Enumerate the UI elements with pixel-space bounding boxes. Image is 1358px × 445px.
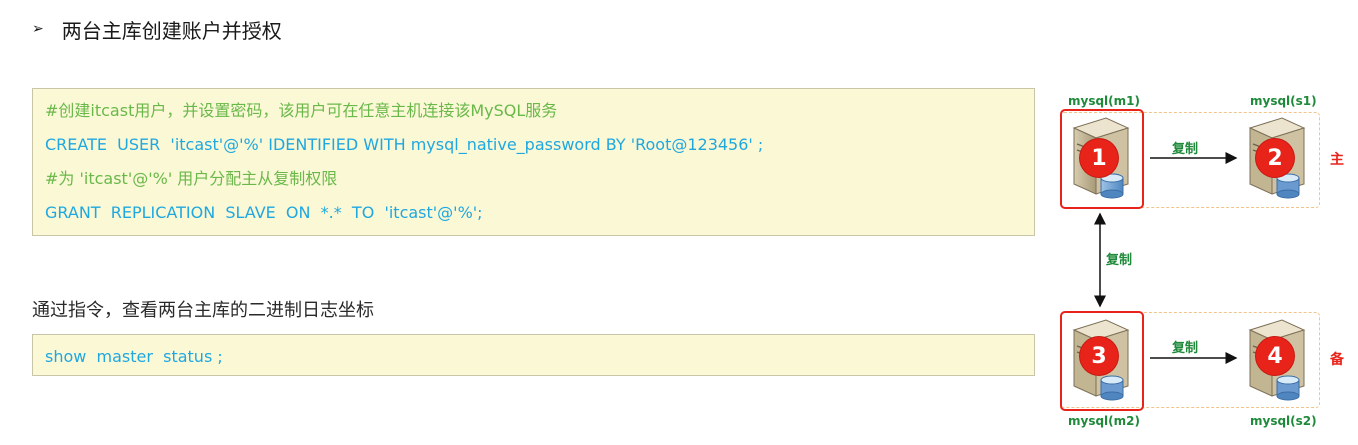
code-block-create-user: #创建itcast用户，并设置密码，该用户可在任意主机连接该MySQL服务 CR… <box>32 88 1035 236</box>
code-line-create-user: CREATE USER 'itcast'@'%' IDENTIFIED WITH… <box>45 135 764 154</box>
replication-arrows <box>1094 152 1238 364</box>
instruction-paragraph: 通过指令，查看两台主库的二进制日志坐标 <box>32 300 374 321</box>
section-heading: ➢ 两台主库创建账户并授权 <box>32 14 282 44</box>
code-block-show-master: show master status ; <box>32 334 1035 376</box>
replication-label-top: 复制 <box>1172 142 1199 157</box>
heading-text: 两台主库创建账户并授权 <box>61 18 282 43</box>
code-line-comment-2: #为 'itcast'@'%' 用户分配主从复制权限 <box>45 169 338 188</box>
replication-diagram: mysql(m1) mysql(s1) mysql(m2) mysql(s2) <box>1050 88 1358 438</box>
code-line-show-master-status: show master status ; <box>45 347 223 366</box>
code-line-comment-1: #创建itcast用户，并设置密码，该用户可在任意主机连接该MySQL服务 <box>45 101 558 120</box>
role-label-backup: 备 <box>1330 352 1344 368</box>
replication-label-bottom: 复制 <box>1172 341 1199 356</box>
arrow-bullet-icon: ➢ <box>32 21 44 37</box>
role-label-primary: 主 <box>1330 152 1344 168</box>
replication-label-vertical: 复制 <box>1106 253 1133 268</box>
code-line-grant: GRANT REPLICATION SLAVE ON *.* TO 'itcas… <box>45 203 483 222</box>
